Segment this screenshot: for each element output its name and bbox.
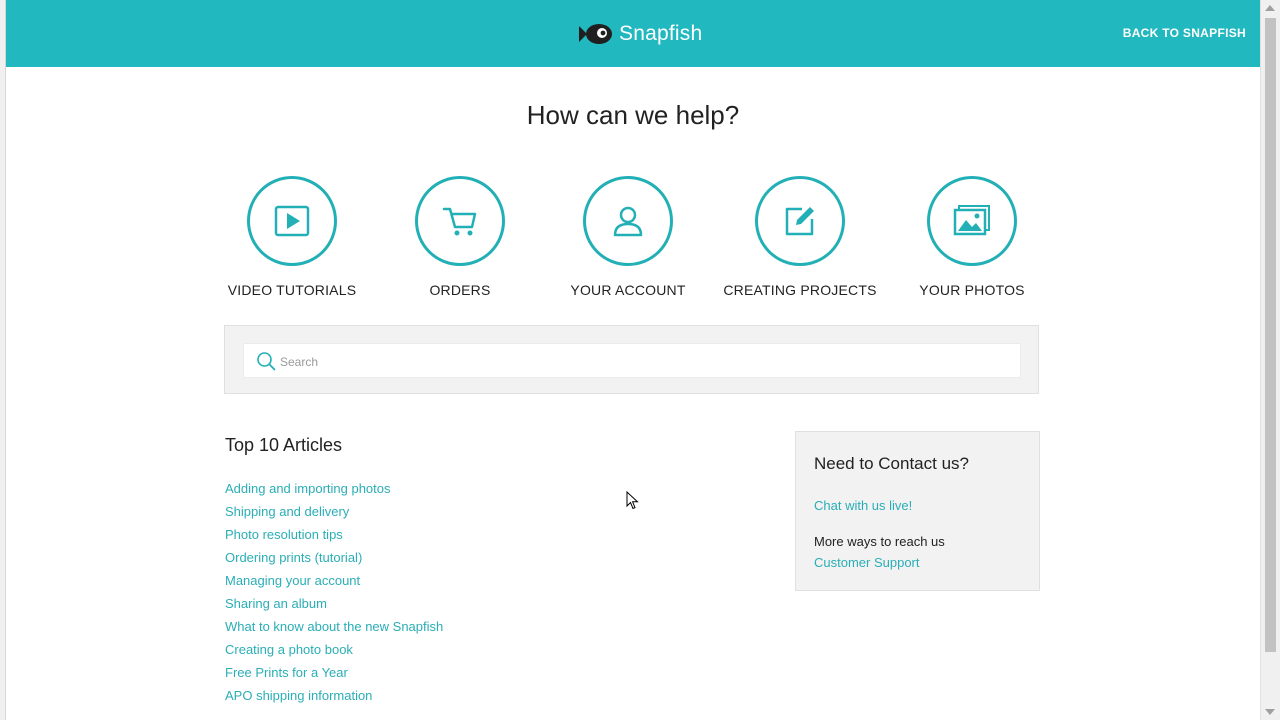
scroll-thumb[interactable]: [1265, 18, 1276, 652]
list-item: Shipping and delivery: [225, 502, 443, 525]
category-orders[interactable]: ORDERS: [375, 176, 545, 298]
more-ways-text: More ways to reach us: [814, 534, 945, 549]
category-label: YOUR PHOTOS: [919, 282, 1025, 298]
list-item: Creating a photo book: [225, 640, 443, 663]
category-label: VIDEO TUTORIALS: [227, 282, 357, 298]
scroll-down-icon[interactable]: [1265, 709, 1275, 715]
fish-logo-icon: [579, 24, 612, 44]
article-link[interactable]: APO shipping information: [225, 688, 372, 703]
edit-icon: [785, 207, 814, 236]
category-circle: [415, 176, 505, 266]
list-item: APO shipping information: [225, 686, 443, 709]
search-panel: [224, 325, 1039, 394]
cart-icon: [442, 207, 477, 236]
category-label: YOUR ACCOUNT: [570, 282, 686, 298]
site-header: Snapfish BACK TO SNAPFISH: [6, 0, 1260, 67]
category-label: ORDERS: [429, 282, 491, 298]
category-circle: [583, 176, 673, 266]
category-label: CREATING PROJECTS: [723, 282, 877, 298]
category-your-photos[interactable]: YOUR PHOTOS: [887, 176, 1057, 298]
mouse-cursor-icon: [626, 491, 639, 510]
scroll-up-icon[interactable]: [1265, 5, 1275, 11]
back-to-snapfish-link[interactable]: BACK TO SNAPFISH: [1123, 26, 1246, 40]
category-circle: [927, 176, 1017, 266]
article-link[interactable]: Free Prints for a Year: [225, 665, 348, 680]
top-articles-heading: Top 10 Articles: [225, 435, 343, 455]
customer-support-link[interactable]: Customer Support: [814, 555, 920, 570]
chat-live-link[interactable]: Chat with us live!: [814, 498, 912, 513]
article-link[interactable]: Shipping and delivery: [225, 504, 349, 519]
logo-text: Snapfish: [619, 22, 703, 45]
page-title: How can we help?: [526, 100, 740, 130]
category-video-tutorials[interactable]: VIDEO TUTORIALS: [207, 176, 377, 298]
contact-panel: Need to Contact us? Chat with us live! M…: [795, 431, 1040, 591]
article-link[interactable]: Adding and importing photos: [225, 481, 391, 496]
search-input[interactable]: [278, 344, 1012, 379]
article-link[interactable]: Sharing an album: [225, 596, 327, 611]
list-item: Adding and importing photos: [225, 479, 443, 502]
contact-heading: Need to Contact us?: [814, 454, 969, 473]
article-link[interactable]: Creating a photo book: [225, 642, 353, 657]
article-link[interactable]: Ordering prints (tutorial): [225, 550, 362, 565]
photo-icon: [953, 205, 990, 236]
play-icon: [274, 205, 310, 237]
category-creating-projects[interactable]: CREATING PROJECTS: [715, 176, 885, 298]
list-item: Ordering prints (tutorial): [225, 548, 443, 571]
list-item: What to know about the new Snapfish: [225, 617, 443, 640]
snapfish-logo[interactable]: Snapfish: [579, 20, 702, 48]
list-item: Managing your account: [225, 571, 443, 594]
list-item: Sharing an album: [225, 594, 443, 617]
search-box[interactable]: [243, 343, 1021, 379]
user-icon: [613, 206, 643, 237]
top-articles-list: Adding and importing photos Shipping and…: [225, 479, 443, 709]
search-icon: [257, 352, 276, 371]
category-your-account[interactable]: YOUR ACCOUNT: [543, 176, 713, 298]
category-circle: [755, 176, 845, 266]
article-link[interactable]: Managing your account: [225, 573, 360, 588]
list-item: Free Prints for a Year: [225, 663, 443, 686]
list-item: Photo resolution tips: [225, 525, 443, 548]
article-link[interactable]: What to know about the new Snapfish: [225, 619, 443, 634]
category-circle: [247, 176, 337, 266]
article-link[interactable]: Photo resolution tips: [225, 527, 343, 542]
vertical-scrollbar[interactable]: [1260, 0, 1280, 720]
